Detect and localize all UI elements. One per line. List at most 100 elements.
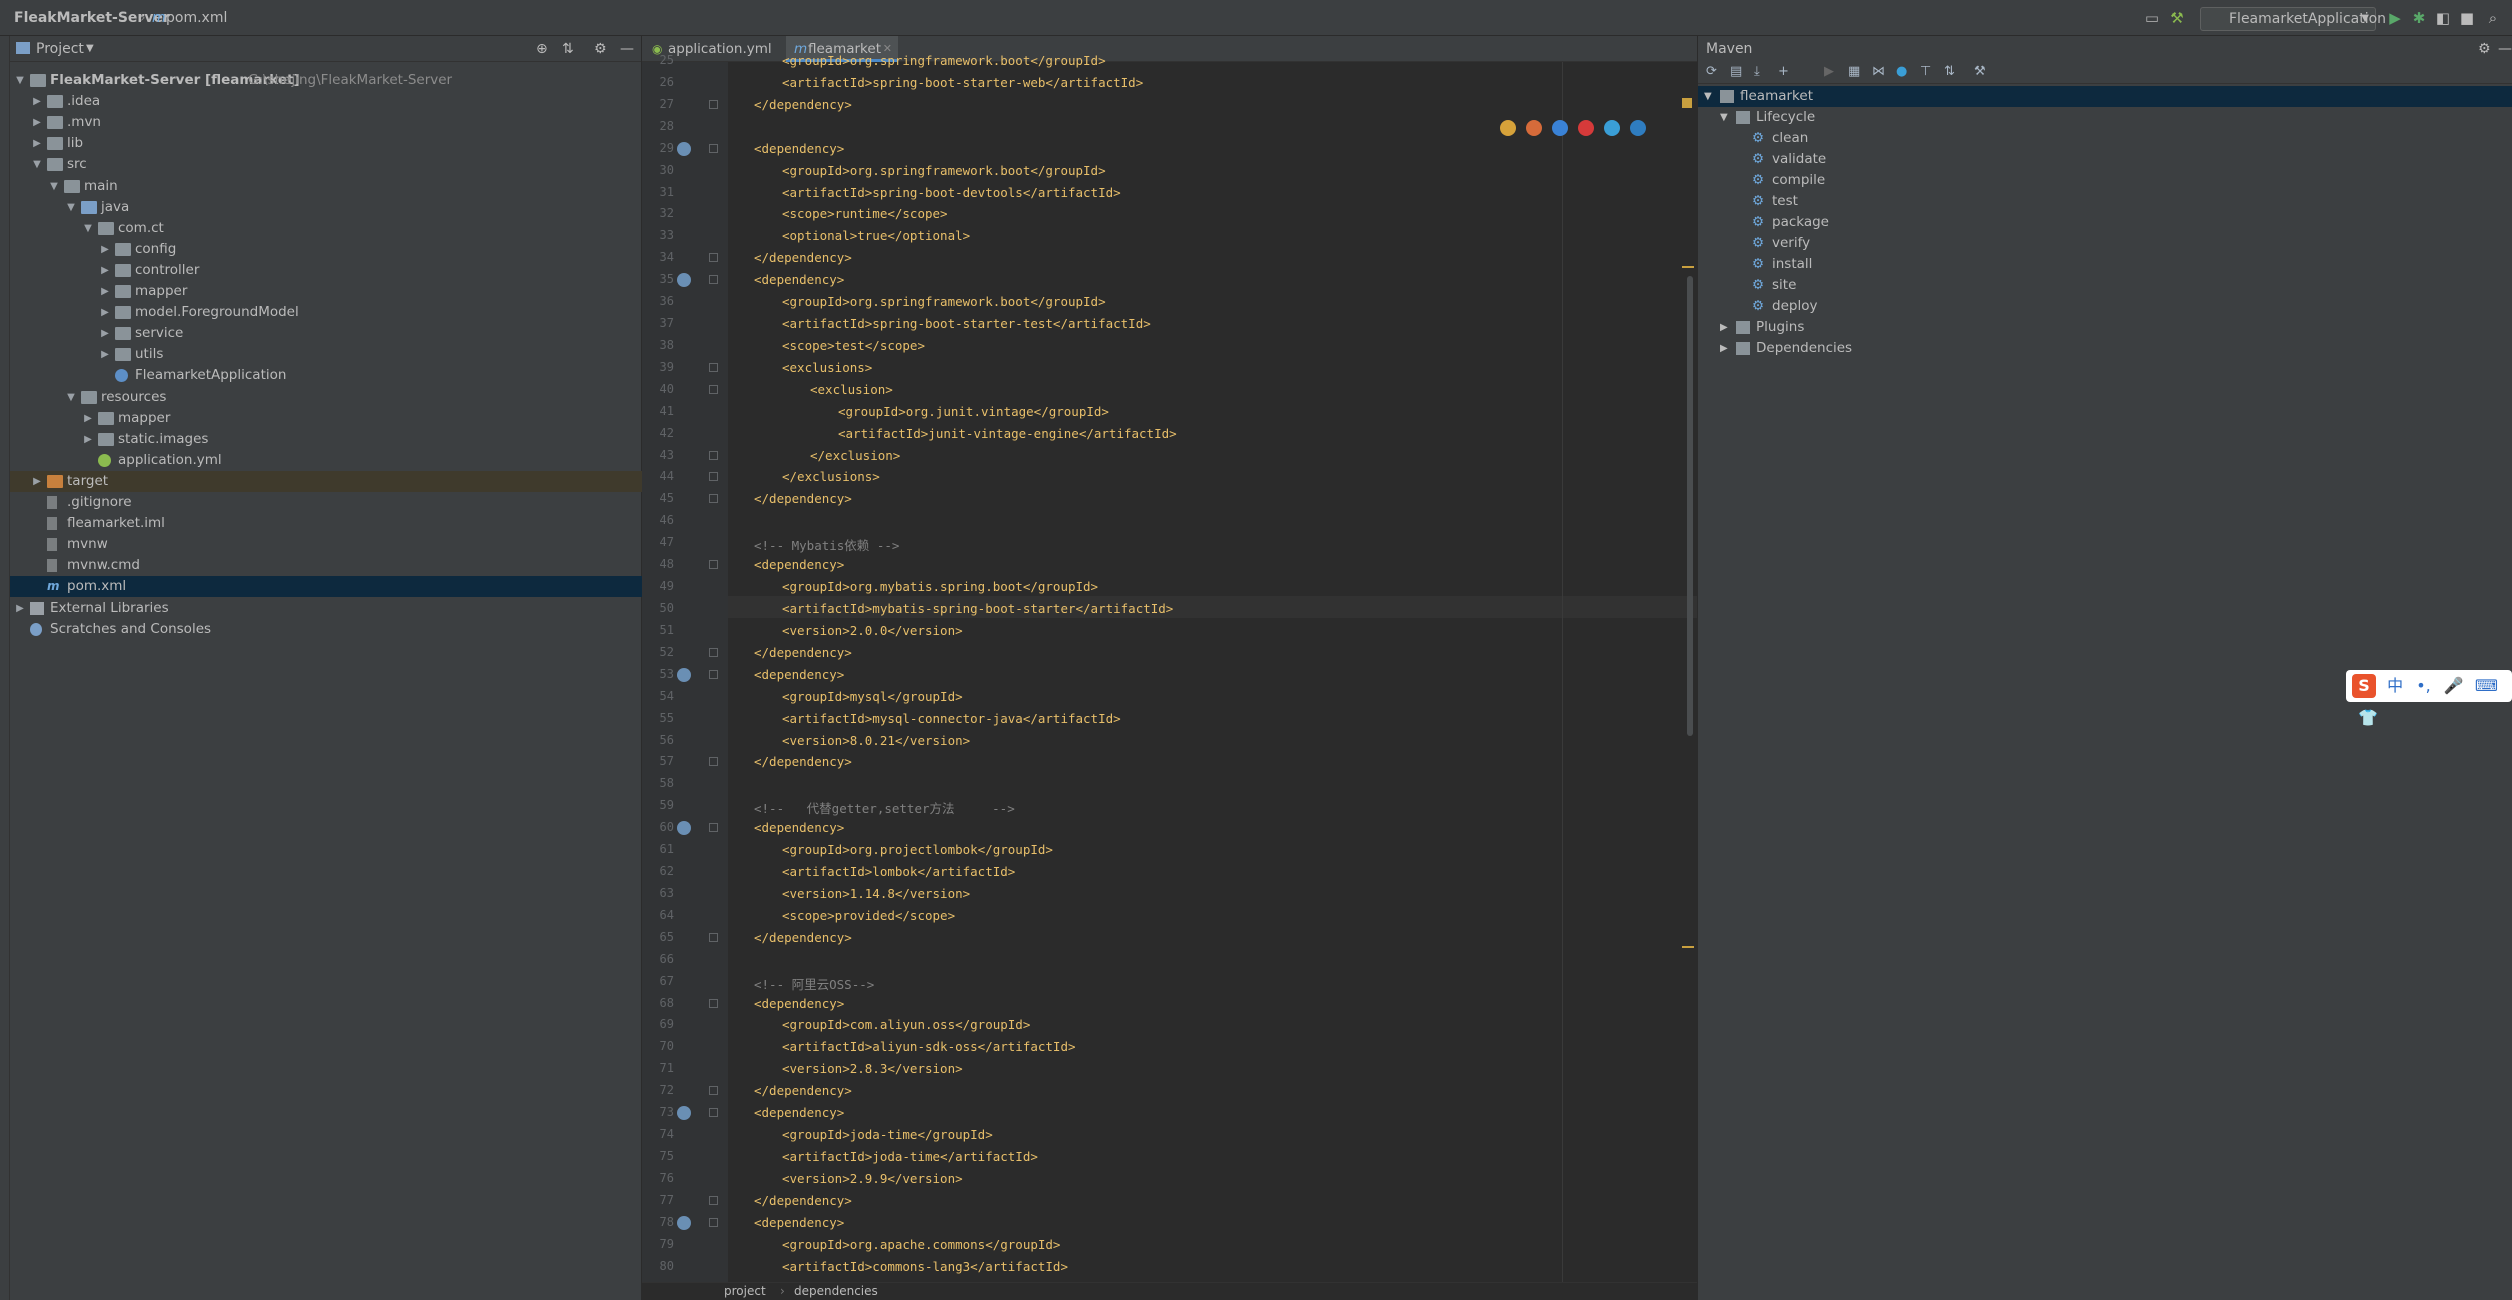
fold-marker-icon[interactable] <box>709 362 718 372</box>
chevron-down-icon[interactable]: ▼ <box>82 218 94 239</box>
vertical-scrollbar[interactable] <box>1687 276 1693 736</box>
ime-toolbar[interactable]: S 中 •, 🎤 ⌨ 👕 <box>2346 670 2512 727</box>
maven-plugins[interactable]: ▶ Plugins <box>1698 317 2512 338</box>
tree-item[interactable]: ▶ controller <box>10 260 642 281</box>
punctuation-icon[interactable]: •, <box>2416 676 2431 695</box>
build-hammer-icon[interactable]: ⚒ <box>2168 9 2186 27</box>
chevron-down-icon[interactable]: ▼ <box>1720 107 1728 128</box>
run-icon[interactable]: ▶ <box>1824 64 1834 79</box>
download-icon[interactable]: ⤓ <box>1754 64 1760 79</box>
dependency-gutter-icon[interactable] <box>677 1215 691 1230</box>
fold-marker-icon[interactable] <box>709 275 718 285</box>
dependency-gutter-icon[interactable] <box>677 821 691 836</box>
safari-browser-icon[interactable] <box>1552 120 1568 136</box>
tree-item[interactable]: ▶ service <box>10 323 642 344</box>
chevron-right-icon[interactable]: ▶ <box>31 91 43 112</box>
skip-tests-icon[interactable]: ● <box>1896 64 1907 79</box>
tree-item[interactable]: FleamarketApplication <box>10 365 642 386</box>
maven-goal[interactable]: ⚙ test <box>1698 191 2512 212</box>
generate-sources-icon[interactable]: ▤ <box>1730 64 1742 79</box>
ie-browser-icon[interactable] <box>1604 120 1620 136</box>
maven-goal[interactable]: ⚙ install <box>1698 254 2512 275</box>
chevron-right-icon[interactable]: ▶ <box>99 239 111 260</box>
tree-item[interactable]: application.yml <box>10 450 642 471</box>
chevron-right-icon[interactable]: ▶ <box>99 302 111 323</box>
chevron-down-icon[interactable]: ▼ <box>65 197 77 218</box>
error-stripe-mark[interactable] <box>1682 946 1694 948</box>
chevron-right-icon[interactable]: ▶ <box>99 281 111 302</box>
keyboard-icon[interactable]: ⌨ <box>2475 676 2498 695</box>
maven-project[interactable]: ▼ fleamarket <box>1698 86 2512 107</box>
tree-item[interactable]: mvnw.cmd <box>10 555 642 576</box>
maven-goal[interactable]: ⚙ validate <box>1698 149 2512 170</box>
tree-item[interactable]: ▶ .idea <box>10 91 642 112</box>
hide-icon[interactable]: — <box>2498 36 2512 62</box>
fold-marker-icon[interactable] <box>709 998 718 1008</box>
dependency-gutter-icon[interactable] <box>677 273 691 288</box>
tree-item-scratches[interactable]: Scratches and Consoles <box>10 619 642 640</box>
tree-root[interactable]: ▼ FleakMarket-Server [fleamarket] G:\sheji… <box>10 70 642 91</box>
chevron-right-icon[interactable]: ▶ <box>14 598 26 619</box>
tree-item[interactable]: ▼ src <box>10 154 642 175</box>
chevron-right-icon[interactable]: ▶ <box>82 429 94 450</box>
fold-marker-icon[interactable] <box>709 253 718 263</box>
fold-marker-icon[interactable] <box>709 384 718 394</box>
chevron-down-icon[interactable]: ▼ <box>1704 86 1712 107</box>
fold-marker-icon[interactable] <box>709 932 718 942</box>
skin-icon[interactable]: 👕 <box>2358 708 2378 727</box>
dependency-gutter-icon[interactable] <box>677 667 691 682</box>
microphone-icon[interactable]: 🎤 <box>2444 676 2464 695</box>
tree-item[interactable]: ▶ .mvn <box>10 112 642 133</box>
tree-item[interactable]: fleamarket.iml <box>10 513 642 534</box>
fold-marker-icon[interactable] <box>709 1217 718 1227</box>
tree-item[interactable]: ▼ resources <box>10 387 642 408</box>
project-view-select[interactable]: Project <box>36 36 84 62</box>
chevron-right-icon[interactable]: ▶ <box>99 323 111 344</box>
chevron-right-icon[interactable]: ▶ <box>31 133 43 154</box>
fold-marker-icon[interactable] <box>709 472 718 482</box>
maven-goal[interactable]: ⚙ site <box>1698 275 2512 296</box>
run-icon[interactable]: ▶ <box>2386 9 2404 27</box>
warning-marker-icon[interactable] <box>1682 98 1692 108</box>
fold-marker-icon[interactable] <box>709 823 718 833</box>
left-tool-stripe[interactable] <box>0 36 10 1300</box>
maven-goal[interactable]: ⚙ deploy <box>1698 296 2512 317</box>
tree-item[interactable]: ▼ java <box>10 197 642 218</box>
chrome-browser-icon[interactable] <box>1500 120 1516 136</box>
maven-dependencies[interactable]: ▶ Dependencies <box>1698 338 2512 359</box>
collapse-all-icon[interactable]: ⇅ <box>562 36 574 62</box>
run-configuration-select[interactable]: FleamarketApplication ▼ <box>2200 7 2386 31</box>
error-stripe-mark[interactable] <box>1682 266 1694 268</box>
tree-item[interactable]: ▶ lib <box>10 133 642 154</box>
ime-mode[interactable]: 中 <box>2387 676 2403 695</box>
fold-marker-icon[interactable] <box>709 1108 718 1118</box>
chevron-down-icon[interactable]: ▼ <box>48 176 60 197</box>
dependency-gutter-icon[interactable] <box>677 1106 691 1121</box>
maven-goal[interactable]: ⚙ clean <box>1698 128 2512 149</box>
opera-browser-icon[interactable] <box>1578 120 1594 136</box>
tree-item[interactable]: ▶ config <box>10 239 642 260</box>
locate-icon[interactable]: ⊕ <box>536 36 548 62</box>
fold-marker-icon[interactable] <box>709 1195 718 1205</box>
add-icon[interactable]: + <box>1778 64 1789 79</box>
wrench-icon[interactable]: ⚒ <box>1974 64 1986 79</box>
chevron-right-icon[interactable]: ▶ <box>99 344 111 365</box>
tree-item[interactable]: ▶ mapper <box>10 281 642 302</box>
fold-marker-icon[interactable] <box>709 99 718 109</box>
breadcrumb-project[interactable]: FleakMarket-Server <box>14 0 170 36</box>
project-structure-icon[interactable]: ▭ <box>2143 9 2161 27</box>
editor-gutter[interactable]: 25 26 27 28 29 30 31 32 33 34 35 36 37 38 39 40 41 42 43 44… <box>642 53 728 1282</box>
tree-item[interactable]: m pom.xml <box>10 576 642 598</box>
chevron-right-icon[interactable]: ▶ <box>31 112 43 133</box>
execute-goal-icon[interactable]: ▦ <box>1848 64 1860 79</box>
breadcrumb-project[interactable]: project <box>724 1284 766 1298</box>
tree-item[interactable]: ▶ utils <box>10 344 642 365</box>
firefox-browser-icon[interactable] <box>1526 120 1542 136</box>
fold-marker-icon[interactable] <box>709 560 718 570</box>
tree-item[interactable]: .gitignore <box>10 492 642 513</box>
chevron-right-icon[interactable]: ▶ <box>1720 317 1728 338</box>
maven-goal[interactable]: ⚙ compile <box>1698 170 2512 191</box>
fold-marker-icon[interactable] <box>709 669 718 679</box>
chevron-down-icon[interactable]: ▼ <box>14 70 26 91</box>
tree-item[interactable]: ▶ mapper <box>10 408 642 429</box>
